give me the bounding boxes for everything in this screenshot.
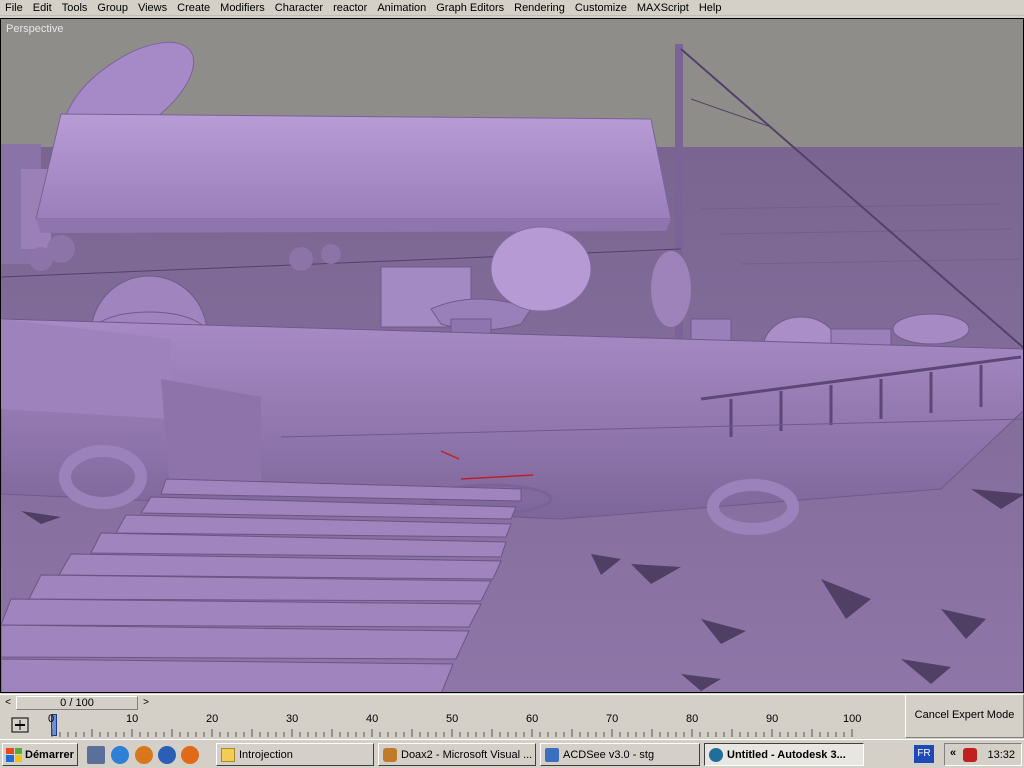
time-slider[interactable]: < 0 / 100 > <box>0 694 905 711</box>
menu-bar: File Edit Tools Group Views Create Modif… <box>0 0 1024 16</box>
tick-label-90: 90 <box>766 713 779 725</box>
tick-label-30: 30 <box>286 713 299 725</box>
acdsee-icon <box>545 747 559 762</box>
tick-label-60: 60 <box>526 713 539 725</box>
menu-views[interactable]: Views <box>133 0 172 16</box>
menu-reactor[interactable]: reactor <box>328 0 372 16</box>
menu-group[interactable]: Group <box>92 0 133 16</box>
cancel-expert-mode-button[interactable]: Cancel Expert Mode <box>906 709 1023 721</box>
menu-maxscript[interactable]: MAXScript <box>632 0 694 16</box>
menu-create[interactable]: Create <box>172 0 215 16</box>
menu-file[interactable]: File <box>0 0 28 16</box>
language-indicator[interactable]: FR <box>914 745 934 763</box>
firefox-icon[interactable] <box>181 746 199 764</box>
menu-help[interactable]: Help <box>694 0 727 16</box>
media-app-icon[interactable] <box>135 746 153 764</box>
tick-label-20: 20 <box>206 713 219 725</box>
next-frame-arrow-icon[interactable]: > <box>139 696 153 710</box>
task-label: Doax2 - Microsoft Visual ... <box>401 748 533 761</box>
visual-studio-icon <box>383 747 397 762</box>
internet-explorer-icon[interactable] <box>111 746 129 764</box>
start-label: Démarrer <box>25 748 74 761</box>
system-tray: « 13:32 <box>944 743 1022 766</box>
tick-label-10: 10 <box>126 713 139 725</box>
menu-edit[interactable]: Edit <box>28 0 57 16</box>
menu-graph-editors[interactable]: Graph Editors <box>431 0 509 16</box>
tick-label-100: 100 <box>843 713 862 725</box>
ruler-ticks <box>51 729 853 737</box>
taskbar: Démarrer Introjection Doax2 - Microsoft … <box>0 739 1024 768</box>
task-introjection[interactable]: Introjection <box>216 743 374 766</box>
task-label: ACDSee v3.0 - stg <box>563 748 655 761</box>
menu-animation[interactable]: Animation <box>372 0 431 16</box>
media-player-icon[interactable] <box>158 746 176 764</box>
menu-tools[interactable]: Tools <box>57 0 93 16</box>
tick-label-40: 40 <box>366 713 379 725</box>
frame-ruler[interactable]: 0 10 20 30 40 50 60 70 80 90 100 <box>44 713 904 737</box>
menu-modifiers[interactable]: Modifiers <box>215 0 270 16</box>
tray-app-icon[interactable] <box>963 748 977 762</box>
menu-rendering[interactable]: Rendering <box>509 0 570 16</box>
canopy-roof <box>35 113 672 233</box>
app-window: File Edit Tools Group Views Create Modif… <box>0 0 1024 768</box>
perspective-viewport[interactable]: Perspective <box>0 18 1024 693</box>
expert-mode-panel: Cancel Expert Mode <box>905 694 1024 738</box>
task-visual-studio[interactable]: Doax2 - Microsoft Visual ... <box>378 743 536 766</box>
tick-label-80: 80 <box>686 713 699 725</box>
tick-label-70: 70 <box>606 713 619 725</box>
key-filter-icon[interactable] <box>10 716 30 734</box>
tick-label-50: 50 <box>446 713 459 725</box>
clock: 13:32 <box>987 748 1015 761</box>
tick-label-0: 0 <box>48 713 55 725</box>
menu-character[interactable]: Character <box>270 0 328 16</box>
windows-logo-icon <box>6 747 22 762</box>
task-label: Introjection <box>239 748 293 761</box>
menu-customize[interactable]: Customize <box>570 0 632 16</box>
time-slider-thumb[interactable]: 0 / 100 <box>16 696 138 710</box>
task-3dsmax[interactable]: Untitled - Autodesk 3... <box>704 743 864 766</box>
show-desktop-icon[interactable] <box>87 746 105 764</box>
folder-icon <box>221 747 235 762</box>
scene-render <box>1 19 1023 692</box>
start-button[interactable]: Démarrer <box>2 743 78 766</box>
track-bar[interactable]: 0 10 20 30 40 50 60 70 80 90 100 <box>0 711 905 738</box>
viewport-label[interactable]: Perspective <box>6 23 63 35</box>
tray-expand-icon[interactable]: « <box>950 747 956 759</box>
task-acdsee[interactable]: ACDSee v3.0 - stg <box>540 743 700 766</box>
prev-frame-arrow-icon[interactable]: < <box>1 696 15 710</box>
task-label: Untitled - Autodesk 3... <box>727 748 846 761</box>
3dsmax-icon <box>709 747 723 762</box>
